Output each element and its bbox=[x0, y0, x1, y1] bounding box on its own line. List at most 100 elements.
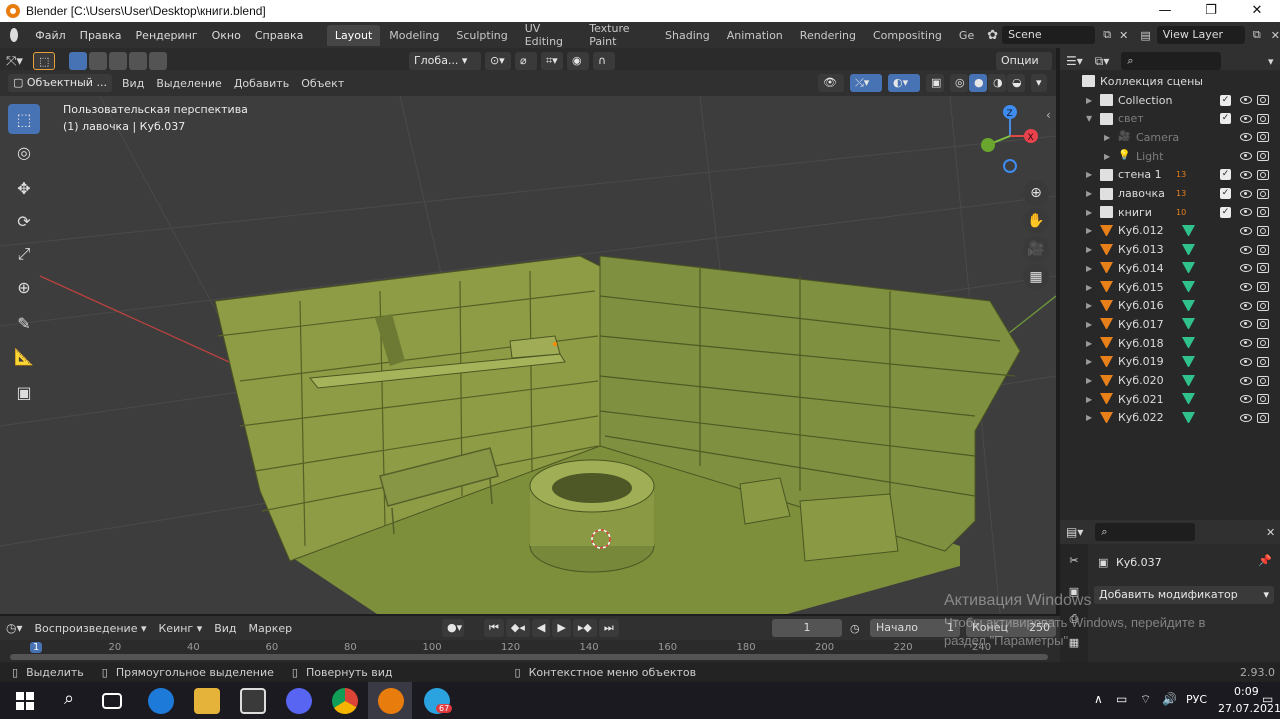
select-box-tool-icon[interactable]: ⬚ bbox=[8, 104, 40, 134]
expand-arrow-icon[interactable]: ▶ bbox=[1086, 96, 1092, 105]
outliner-row[interactable]: ▶ Куб.012 bbox=[1060, 222, 1280, 240]
visibility-eye-icon[interactable] bbox=[1240, 170, 1252, 179]
timeline-menu-playback[interactable]: Воспроизведение ▾ bbox=[29, 622, 153, 635]
expand-arrow-icon[interactable]: ▶ bbox=[1086, 301, 1092, 310]
tab-modeling[interactable]: Modeling bbox=[381, 25, 447, 46]
visibility-eye-icon[interactable] bbox=[1240, 208, 1252, 217]
outliner-search-input[interactable]: ⌕ bbox=[1121, 52, 1222, 70]
menu-window[interactable]: Окно bbox=[205, 29, 248, 42]
scale-tool-icon[interactable]: ⤢ bbox=[8, 239, 40, 269]
cursor-tool-icon[interactable]: ◎ bbox=[8, 137, 40, 167]
task-view-icon[interactable] bbox=[102, 693, 122, 709]
select-subtract-icon[interactable] bbox=[108, 52, 127, 70]
discord-icon[interactable] bbox=[286, 688, 312, 714]
tray-chevron-icon[interactable]: ∧ bbox=[1094, 692, 1103, 706]
select-tool-icon[interactable]: ⬚ bbox=[32, 52, 55, 70]
preview-range-icon[interactable]: ◷ bbox=[850, 622, 860, 635]
visibility-eye-icon[interactable] bbox=[1240, 283, 1252, 291]
blender-menu-icon[interactable] bbox=[10, 28, 19, 42]
outliner-row[interactable]: ▼ свет ✓ bbox=[1060, 110, 1280, 128]
outliner-row[interactable]: ▶ Куб.022 bbox=[1060, 409, 1280, 427]
expand-arrow-icon[interactable]: ▶ bbox=[1086, 357, 1092, 366]
start-button-icon[interactable] bbox=[16, 692, 34, 710]
add-modifier-button[interactable]: Добавить модификатор ▾ bbox=[1094, 586, 1274, 604]
menu-object[interactable]: Объект bbox=[295, 77, 350, 90]
include-checkbox[interactable]: ✓ bbox=[1220, 169, 1231, 181]
visibility-eye-icon[interactable] bbox=[1240, 245, 1252, 254]
tab-uv-editing[interactable]: UV Editing bbox=[517, 18, 581, 52]
outliner-row[interactable]: ▶ стена 1 13 ✓ bbox=[1060, 166, 1280, 184]
timeline-menu-keying[interactable]: Кеинг ▾ bbox=[153, 622, 209, 635]
expand-arrow-icon[interactable]: ▶ bbox=[1086, 245, 1092, 254]
timeline-menu-marker[interactable]: Маркер bbox=[243, 622, 299, 635]
properties-search-input[interactable]: ⌕ bbox=[1095, 523, 1196, 541]
current-frame-field[interactable]: 1 bbox=[772, 619, 842, 637]
shading-wireframe-icon[interactable]: ◎ bbox=[950, 74, 968, 92]
render-camera-icon[interactable] bbox=[1257, 282, 1269, 292]
include-checkbox[interactable]: ✓ bbox=[1220, 94, 1231, 106]
shading-options-icon[interactable]: ▾ bbox=[1031, 74, 1047, 92]
options-dropdown[interactable]: Опции ▾ bbox=[996, 52, 1052, 85]
include-checkbox[interactable]: ✓ bbox=[1220, 206, 1231, 218]
menu-render[interactable]: Рендеринг bbox=[129, 29, 205, 42]
tab-texture-paint[interactable]: Texture Paint bbox=[581, 18, 656, 52]
expand-arrow-icon[interactable]: ▶ bbox=[1086, 395, 1092, 404]
expand-arrow-icon[interactable]: ▶ bbox=[1086, 413, 1092, 422]
menu-help[interactable]: Справка bbox=[248, 29, 310, 42]
select-intersect-icon[interactable] bbox=[148, 52, 167, 70]
visibility-eye-icon[interactable] bbox=[1240, 152, 1252, 161]
transform-tool-icon[interactable]: ⊕ bbox=[8, 272, 40, 302]
visibility-eye-icon[interactable] bbox=[1240, 357, 1252, 366]
jump-start-icon[interactable]: ⏮ bbox=[484, 619, 504, 637]
jump-end-icon[interactable]: ⏭ bbox=[598, 619, 619, 637]
render-camera-icon[interactable] bbox=[1257, 338, 1269, 349]
render-camera-icon[interactable] bbox=[1257, 244, 1269, 255]
render-camera-icon[interactable] bbox=[1257, 188, 1269, 199]
mode-select[interactable]: ▢ Объектный ... ▾ bbox=[8, 74, 112, 107]
menu-view[interactable]: Вид bbox=[116, 77, 150, 90]
select-invert-icon[interactable] bbox=[128, 52, 147, 70]
render-camera-icon[interactable] bbox=[1257, 207, 1269, 218]
view-layer-copy-icon[interactable]: ⧉ bbox=[1253, 28, 1261, 42]
outliner-row[interactable]: ▶ Куб.021 bbox=[1060, 390, 1280, 408]
file-explorer-icon[interactable] bbox=[194, 688, 220, 714]
shading-material-icon[interactable]: ◑ bbox=[988, 74, 1006, 92]
tab-ge[interactable]: Ge bbox=[951, 25, 982, 46]
select-extend-icon[interactable] bbox=[88, 52, 107, 70]
outliner-row[interactable]: ▶ Куб.013 bbox=[1060, 241, 1280, 259]
outliner-row[interactable]: ▶ Куб.016 bbox=[1060, 297, 1280, 315]
language-indicator[interactable]: РУС bbox=[1186, 693, 1207, 706]
move-tool-icon[interactable]: ✥ bbox=[8, 173, 40, 203]
render-camera-icon[interactable] bbox=[1257, 113, 1269, 124]
render-camera-icon[interactable] bbox=[1257, 319, 1269, 330]
outliner-row[interactable]: ▶ Куб.015 bbox=[1060, 278, 1280, 296]
timeline-editor-icon[interactable]: ◷▾ bbox=[0, 621, 29, 635]
store-icon[interactable] bbox=[240, 688, 266, 714]
tab-sculpting[interactable]: Sculpting bbox=[448, 25, 515, 46]
outliner-row[interactable]: ▶ 🎥 Camera bbox=[1060, 128, 1280, 146]
expand-arrow-icon[interactable]: ▶ bbox=[1086, 376, 1092, 385]
close-button[interactable]: ✕ bbox=[1234, 0, 1280, 22]
view-layer-icon[interactable]: ▤ bbox=[1140, 29, 1150, 42]
visibility-eye-icon[interactable] bbox=[1240, 413, 1252, 422]
menu-edit[interactable]: Правка bbox=[73, 29, 129, 42]
proportional-edit-icon[interactable]: ◉ bbox=[566, 52, 589, 70]
notifications-icon[interactable]: ▭ bbox=[1262, 692, 1273, 706]
include-checkbox[interactable]: ✓ bbox=[1220, 188, 1231, 199]
expand-arrow-icon[interactable]: ▶ bbox=[1086, 170, 1092, 179]
render-camera-icon[interactable] bbox=[1257, 151, 1269, 162]
render-camera-icon[interactable] bbox=[1257, 169, 1269, 180]
render-camera-icon[interactable] bbox=[1257, 263, 1269, 274]
volume-icon[interactable]: 🔊 bbox=[1162, 692, 1177, 706]
edge-icon[interactable] bbox=[148, 688, 174, 714]
blender-taskbar-icon[interactable] bbox=[378, 688, 404, 714]
zoom-view-icon[interactable]: ⊕ bbox=[1023, 180, 1049, 206]
visibility-eye-icon[interactable] bbox=[1240, 376, 1252, 385]
camera-view-icon[interactable]: 🎥 bbox=[1023, 236, 1049, 262]
visibility-eye-icon[interactable] bbox=[1240, 339, 1252, 348]
measure-tool-icon[interactable]: 📐 bbox=[8, 341, 40, 371]
shading-rendered-icon[interactable]: ◒ bbox=[1007, 74, 1025, 92]
gizmo-icon[interactable]: ⤯▾ bbox=[850, 74, 882, 92]
tab-compositing[interactable]: Compositing bbox=[865, 25, 950, 46]
maximize-button[interactable]: ❐ bbox=[1188, 0, 1234, 22]
